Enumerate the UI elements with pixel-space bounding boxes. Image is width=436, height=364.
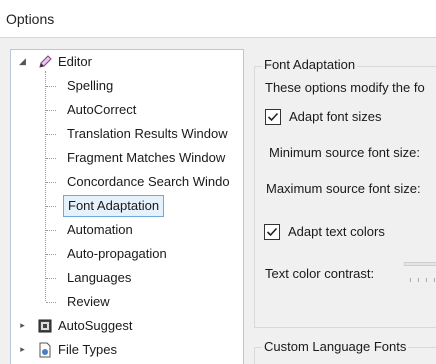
tree-item-label: Translation Results Window bbox=[67, 126, 228, 141]
tree-item-automation[interactable]: Automation bbox=[67, 219, 133, 241]
file-types-icon bbox=[39, 342, 51, 358]
expand-file-types-icon[interactable]: ▸ bbox=[18, 345, 27, 354]
description-text: These options modify the fo bbox=[265, 80, 425, 95]
options-tree[interactable]: ◢ Editor Spelling AutoCorrect Translatio… bbox=[10, 49, 244, 364]
tree-item-label: Fragment Matches Window bbox=[67, 150, 226, 165]
slider-ticks bbox=[410, 278, 436, 282]
tree-item-review[interactable]: Review bbox=[67, 291, 110, 313]
tree-item-label: AutoCorrect bbox=[67, 102, 137, 117]
custom-fonts-title: Custom Language Fonts bbox=[262, 339, 409, 354]
group-title: Font Adaptation bbox=[262, 57, 358, 72]
tree-item-autocorrect[interactable]: AutoCorrect bbox=[67, 99, 136, 121]
checkmark-icon bbox=[267, 112, 279, 122]
tree-item-label: Spelling bbox=[67, 78, 114, 93]
tree-item-label: Languages bbox=[67, 270, 132, 285]
tree-item-label: AutoSuggest bbox=[58, 318, 133, 333]
text-color-contrast-label: Text color contrast: bbox=[265, 266, 375, 281]
tree-item-file-types[interactable]: File Types bbox=[58, 339, 117, 361]
tree-item-label: Review bbox=[67, 294, 110, 309]
tree-item-label: File Types bbox=[58, 342, 118, 357]
min-font-size-label: Minimum source font size: bbox=[269, 145, 420, 160]
expand-autosuggest-icon[interactable]: ▸ bbox=[18, 321, 27, 330]
contrast-slider[interactable] bbox=[404, 262, 436, 266]
checkbox-label: Adapt font sizes bbox=[289, 109, 382, 124]
max-font-size-label: Maximum source font size: bbox=[266, 181, 421, 196]
window-title: Options bbox=[6, 11, 55, 27]
tree-item-fragment-matches-window[interactable]: Fragment Matches Window bbox=[67, 147, 225, 169]
checkbox-box[interactable] bbox=[264, 224, 280, 240]
title-bar: Options bbox=[0, 0, 436, 38]
tree-item-label: Auto-propagation bbox=[67, 246, 167, 261]
tree-item-languages[interactable]: Languages bbox=[67, 267, 131, 289]
font-adaptation-group bbox=[254, 66, 436, 328]
checkbox-box[interactable] bbox=[265, 109, 281, 125]
checkbox-label: Adapt text colors bbox=[288, 224, 385, 239]
tree-item-spelling[interactable]: Spelling bbox=[67, 75, 113, 97]
pencil-icon bbox=[39, 55, 52, 68]
tree-item-autosuggest[interactable]: AutoSuggest bbox=[58, 315, 132, 337]
tree-item-editor[interactable]: Editor bbox=[58, 51, 92, 73]
tree-item-label: Font Adaptation bbox=[68, 198, 160, 213]
tree-item-label: Editor bbox=[58, 54, 92, 69]
checkmark-icon bbox=[266, 227, 278, 237]
tree-item-auto-propagation[interactable]: Auto-propagation bbox=[67, 243, 167, 265]
tree-item-font-adaptation[interactable]: Font Adaptation bbox=[63, 195, 165, 217]
tree-item-label: Automation bbox=[67, 222, 133, 237]
tree-item-concordance-search-window[interactable]: Concordance Search Windo bbox=[67, 171, 230, 193]
collapse-editor-icon[interactable]: ◢ bbox=[18, 57, 27, 66]
tree-item-translation-results-window[interactable]: Translation Results Window bbox=[67, 123, 228, 145]
autosuggest-icon bbox=[38, 319, 52, 333]
tree-item-label: Concordance Search Windo bbox=[67, 174, 230, 189]
